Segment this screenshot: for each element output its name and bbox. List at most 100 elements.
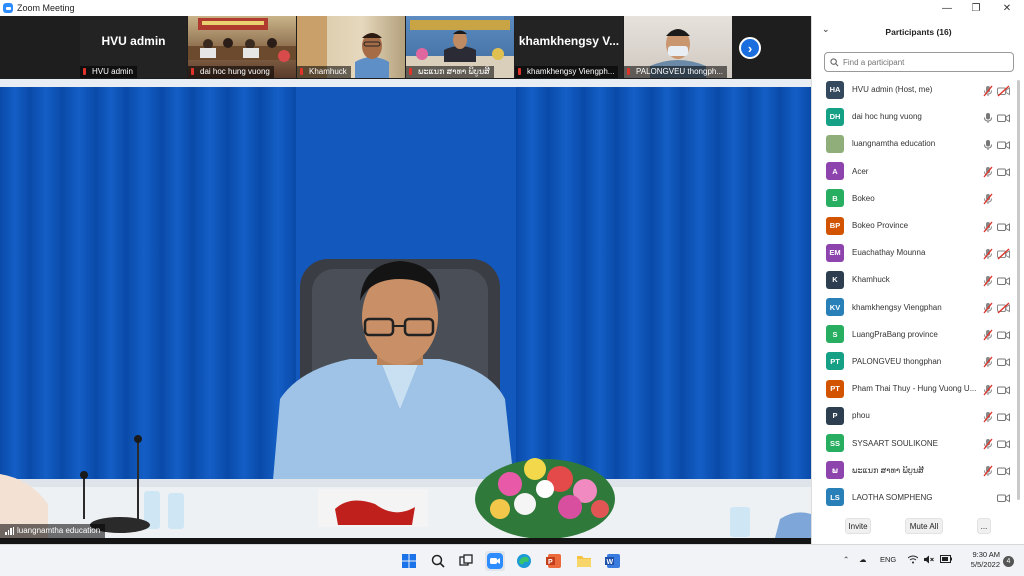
video-icon[interactable]: [997, 464, 1010, 476]
mic-muted-icon[interactable]: [983, 192, 993, 205]
participant-avatar: HA: [826, 80, 844, 99]
video-icon[interactable]: [997, 274, 1010, 286]
mic-muted-icon[interactable]: [983, 410, 993, 423]
video-tile[interactable]: ພະແນກ ສາທາ ພິບູນສີ: [406, 16, 514, 78]
word-icon[interactable]: W: [603, 551, 623, 571]
video-off-icon[interactable]: [997, 247, 1010, 260]
participant-row[interactable]: A Acer: [812, 158, 1024, 185]
volume-muted-icon[interactable]: [924, 555, 934, 566]
mic-muted-icon[interactable]: [983, 328, 993, 341]
tile-name: dai hoc hung vuong: [188, 66, 274, 78]
video-tile[interactable]: dai hoc hung vuong: [188, 16, 296, 78]
participant-avatar: SS: [826, 434, 844, 453]
speaker-video-image: [0, 79, 811, 538]
language-indicator[interactable]: ENG: [880, 555, 896, 564]
maximize-icon[interactable]: ❐: [961, 0, 991, 16]
video-off-icon[interactable]: [997, 84, 1010, 97]
clock[interactable]: 9:30 AM 5/5/2022: [960, 550, 1000, 570]
mic-muted-icon[interactable]: [983, 383, 993, 396]
participant-row[interactable]: ພ ພະແນກ ສາທາ ພິບູນສີ: [812, 457, 1024, 484]
chevron-right-icon: ›: [747, 40, 753, 56]
participant-row[interactable]: luangnamtha education: [812, 130, 1024, 157]
mic-muted-icon[interactable]: [983, 247, 993, 260]
tile-name: HVU admin: [80, 66, 137, 78]
participant-name: dai hoc hung vuong: [852, 112, 922, 122]
participant-avatar: P: [826, 406, 844, 425]
video-icon[interactable]: [997, 355, 1010, 367]
video-icon[interactable]: [997, 165, 1010, 177]
zoom-app-icon[interactable]: [485, 551, 505, 571]
zoom-logo-icon: [3, 3, 13, 13]
cloud-icon[interactable]: ☁: [859, 555, 867, 564]
mic-muted-icon[interactable]: [983, 301, 993, 314]
participant-avatar: B: [826, 189, 844, 208]
participant-row[interactable]: PT Pham Thai Thuy - Hung Vuong U...: [812, 375, 1024, 402]
mic-muted-icon[interactable]: [983, 274, 993, 287]
search-input[interactable]: [843, 57, 1003, 67]
participant-row[interactable]: S LuangPraBang province: [812, 321, 1024, 348]
wifi-icon[interactable]: [907, 555, 919, 566]
main-video[interactable]: luangnamtha education: [0, 79, 811, 538]
mute-all-button[interactable]: Mute All: [905, 518, 943, 534]
video-icon[interactable]: [997, 138, 1010, 150]
participant-row[interactable]: HA HVU admin (Host, me): [812, 76, 1024, 103]
more-button[interactable]: ...: [977, 518, 991, 534]
participants-title: Participants (16): [885, 27, 952, 37]
video-icon[interactable]: [997, 220, 1010, 232]
video-off-icon[interactable]: [997, 301, 1010, 314]
chevron-down-icon[interactable]: ⌄: [822, 24, 830, 35]
video-icon[interactable]: [997, 192, 1010, 204]
window-title: Zoom Meeting: [17, 3, 75, 13]
participant-row[interactable]: PT PALONGVEU thongphan: [812, 348, 1024, 375]
video-icon[interactable]: [997, 383, 1010, 395]
video-tile[interactable]: HVU admin HVU admin: [80, 16, 187, 78]
video-tile[interactable]: PALONGVEU thongph...: [624, 16, 732, 78]
participant-row[interactable]: BP Bokeo Province: [812, 212, 1024, 239]
battery-icon[interactable]: [940, 555, 952, 565]
video-icon[interactable]: [997, 491, 1010, 503]
mic-muted-icon[interactable]: [983, 165, 993, 178]
video-icon[interactable]: [997, 328, 1010, 340]
close-icon[interactable]: ✕: [992, 0, 1022, 16]
participant-avatar: [826, 134, 844, 153]
powerpoint-icon[interactable]: P: [544, 551, 564, 571]
chevron-up-icon[interactable]: ⌃: [843, 555, 849, 564]
invite-button[interactable]: Invite: [845, 518, 871, 534]
video-tile[interactable]: khamkhengsy V... khamkhengsy Viengph...: [515, 16, 623, 78]
next-page-button[interactable]: ›: [739, 37, 761, 59]
windows-start-icon[interactable]: [399, 551, 419, 571]
file-explorer-icon[interactable]: [574, 551, 594, 571]
notification-badge[interactable]: 4: [1003, 556, 1014, 567]
participant-row[interactable]: B Bokeo: [812, 185, 1024, 212]
participant-row[interactable]: EM Euachathay Mounna: [812, 239, 1024, 266]
search-icon[interactable]: [428, 551, 448, 571]
mic-muted-icon[interactable]: [983, 84, 993, 97]
mic-muted-icon[interactable]: [983, 437, 993, 450]
mic-muted-icon[interactable]: [983, 464, 993, 477]
participant-name: ພະແນກ ສາທາ ພິບູນສີ: [852, 465, 924, 475]
participant-avatar: K: [826, 270, 844, 289]
participant-search[interactable]: [824, 52, 1014, 72]
video-icon[interactable]: [997, 437, 1010, 449]
participant-row[interactable]: LS LAOTHA SOMPHENG: [812, 484, 1024, 511]
task-view-icon[interactable]: [456, 551, 476, 571]
participant-row[interactable]: K Khamhuck: [812, 266, 1024, 293]
mic-icon[interactable]: [983, 138, 993, 150]
participant-row[interactable]: Pphou: [812, 402, 1024, 429]
scrollbar[interactable]: [1017, 76, 1021, 511]
edge-browser-icon[interactable]: [514, 551, 534, 571]
mic-icon[interactable]: [983, 491, 993, 503]
participant-row[interactable]: KV khamkhengsy Viengphan: [812, 294, 1024, 321]
video-tile[interactable]: Khamhuck: [297, 16, 405, 78]
video-strip: HVU admin HVU admin dai hoc hung vuong K…: [0, 16, 811, 79]
video-icon[interactable]: [997, 410, 1010, 422]
minimize-icon[interactable]: —: [932, 0, 962, 16]
participant-avatar: PT: [826, 352, 844, 371]
participant-avatar: ພ: [826, 461, 844, 480]
mic-icon[interactable]: [983, 111, 993, 123]
participant-row[interactable]: SS SYSAART SOULIKONE: [812, 429, 1024, 456]
mic-muted-icon[interactable]: [983, 355, 993, 368]
participant-row[interactable]: DH dai hoc hung vuong: [812, 103, 1024, 130]
video-icon[interactable]: [997, 111, 1010, 123]
mic-muted-icon[interactable]: [983, 220, 993, 232]
